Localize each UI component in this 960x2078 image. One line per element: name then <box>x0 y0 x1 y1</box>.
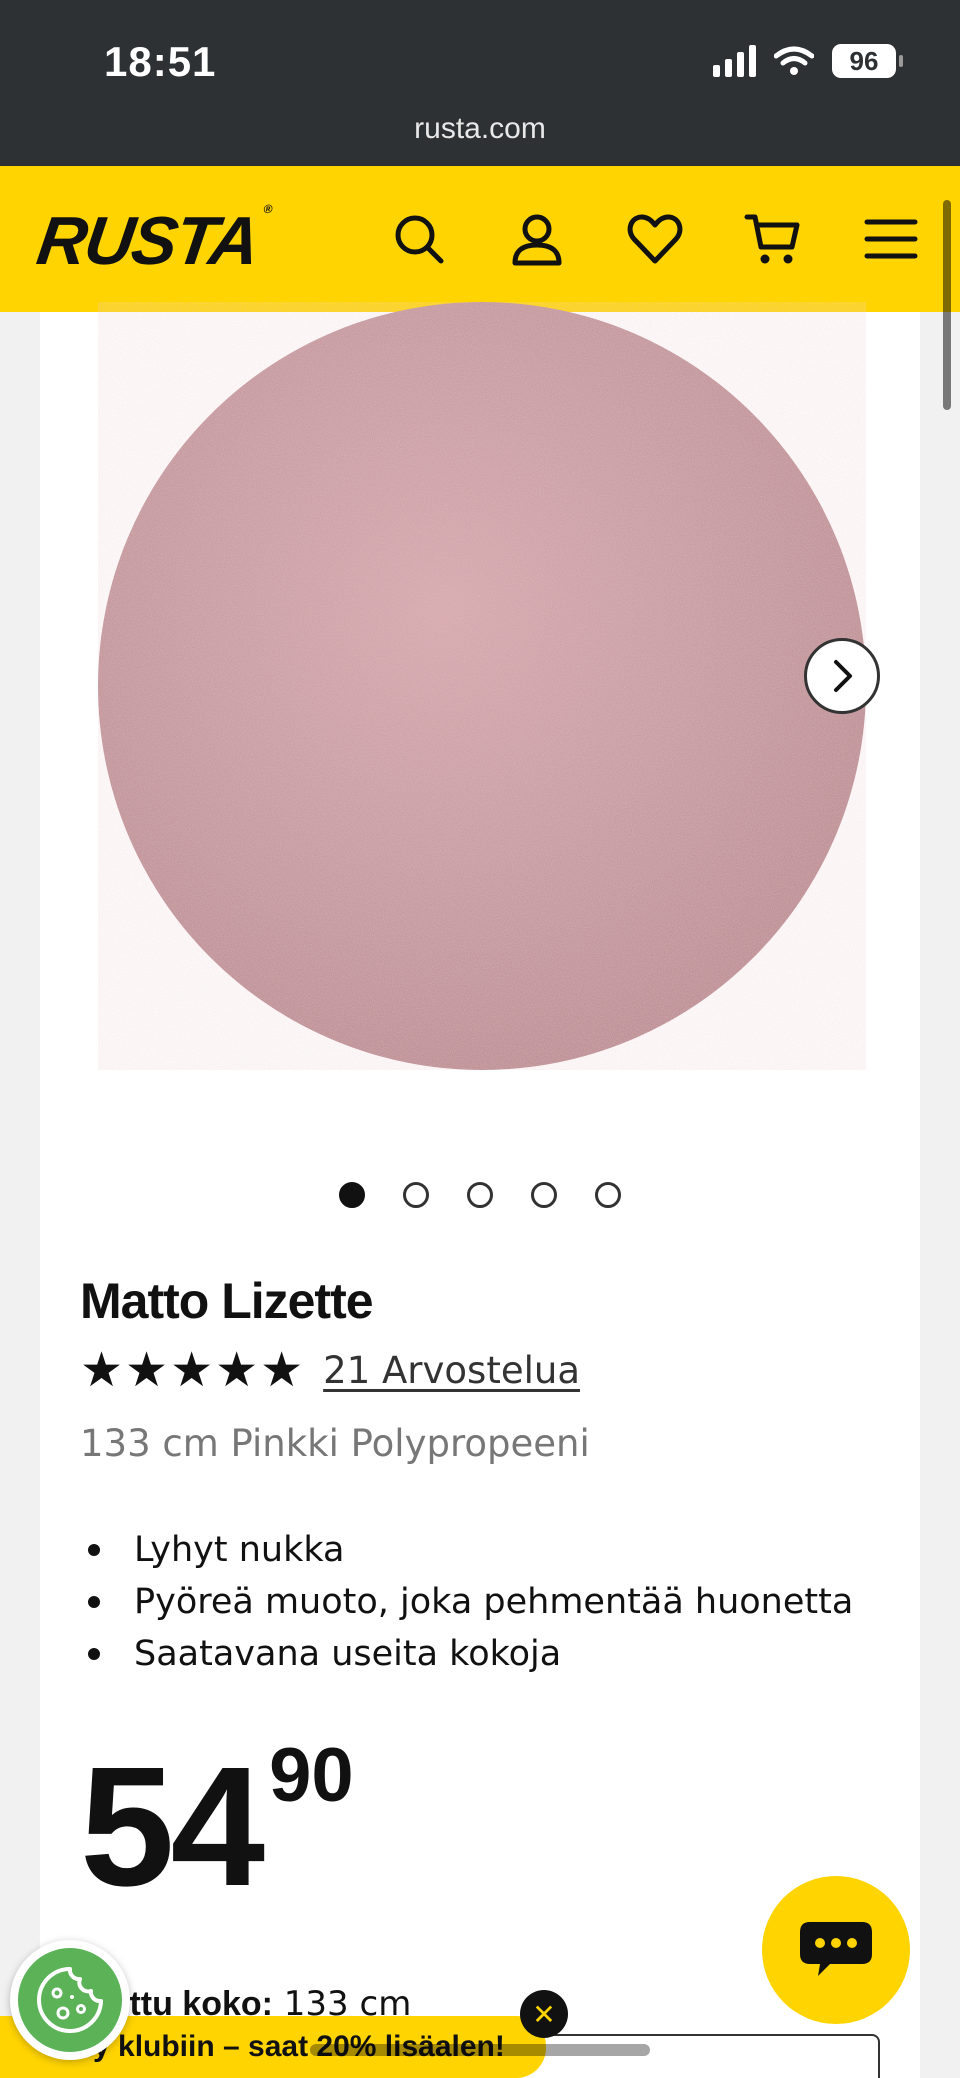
product-title: Matto Lizette <box>80 1273 374 1329</box>
gallery-dot-5[interactable] <box>595 1182 621 1208</box>
gallery-pagination <box>40 1182 920 1208</box>
product-card: Matto Lizette ★★★★★ 21 Arvostelua 133 cm… <box>40 302 920 2078</box>
rug-texture <box>102 306 862 1066</box>
chat-button[interactable] <box>762 1876 910 2024</box>
signal-icon <box>713 45 756 77</box>
reviews-link[interactable]: 21 Arvostelua <box>323 1349 580 1392</box>
search-button[interactable] <box>388 208 450 270</box>
gallery-dot-2[interactable] <box>403 1182 429 1208</box>
cart-button[interactable] <box>742 208 804 270</box>
logo-text: RUSTA <box>32 203 263 279</box>
rusta-logo[interactable]: RUSTA® <box>33 202 272 280</box>
product-price: 54 90 <box>80 1738 354 1913</box>
product-rating: ★★★★★ 21 Arvostelua <box>80 1342 580 1398</box>
search-icon <box>395 215 444 264</box>
account-icon <box>512 214 562 266</box>
feature-item: Lyhyt nukka <box>80 1524 853 1576</box>
chevron-right-icon <box>834 660 852 692</box>
gallery-dot-1[interactable] <box>339 1182 365 1208</box>
status-time: 18:51 <box>104 38 217 85</box>
wifi-icon <box>774 46 814 75</box>
site-header: RUSTA® <box>0 166 960 312</box>
product-image[interactable] <box>98 302 866 1070</box>
battery-indicator: 96 <box>832 44 903 78</box>
heart-icon <box>627 214 683 264</box>
chat-icon <box>800 1922 872 1976</box>
feature-list: Lyhyt nukka Pyöreä muoto, joka pehmentää… <box>80 1524 853 1680</box>
home-indicator <box>310 2044 650 2056</box>
product-subtitle: 133 cm Pinkki Polypropeeni <box>80 1422 590 1465</box>
cookie-settings-button[interactable] <box>10 1940 130 2060</box>
promo-close-button[interactable]: ✕ <box>520 1990 568 2038</box>
wishlist-button[interactable] <box>624 208 686 270</box>
feature-item: Saatavana useita kokoja <box>80 1628 853 1680</box>
price-decimals: 90 <box>269 1733 354 1818</box>
registered-mark: ® <box>262 202 272 216</box>
status-icons: 96 <box>713 44 903 78</box>
status-bar: 18:51 96 rusta.com <box>0 0 960 166</box>
gallery-dot-3[interactable] <box>467 1182 493 1208</box>
account-button[interactable] <box>506 208 568 270</box>
gallery-dot-4[interactable] <box>531 1182 557 1208</box>
feature-item: Pyöreä muoto, joka pehmentää huonetta <box>80 1576 853 1628</box>
page-scrollbar[interactable] <box>943 200 951 410</box>
cookie-icon <box>37 1967 103 2033</box>
menu-button[interactable] <box>860 208 922 270</box>
menu-icon <box>864 219 918 259</box>
cart-icon <box>744 214 800 264</box>
price-main: 54 <box>80 1732 265 1922</box>
address-bar-url[interactable]: rusta.com <box>0 112 960 146</box>
gallery-next-button[interactable] <box>804 638 880 714</box>
star-rating-icon: ★★★★★ <box>80 1342 306 1398</box>
cookie-badge <box>18 1948 122 2052</box>
